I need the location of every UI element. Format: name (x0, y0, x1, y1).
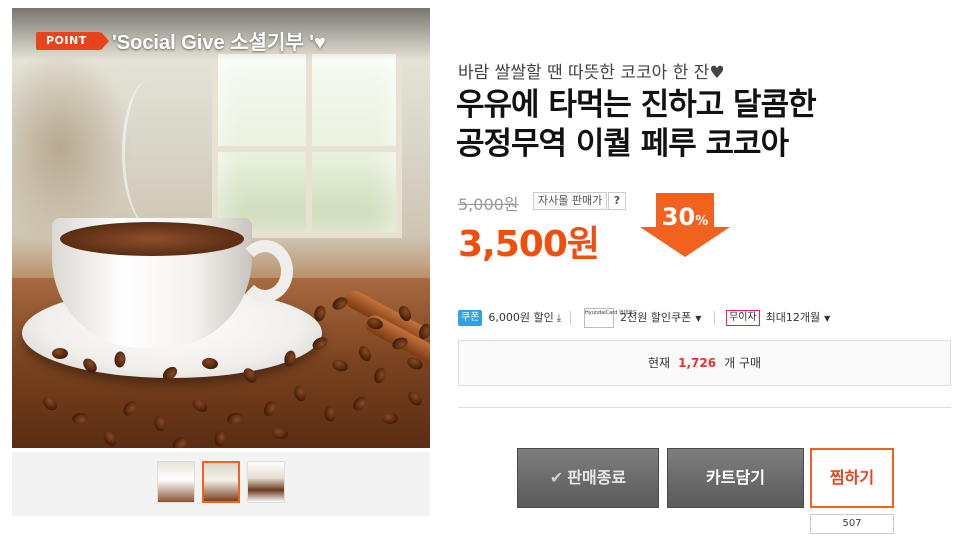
thumbnail-strip (12, 452, 430, 516)
product-subtitle: 바람 쌀쌀할 땐 따뜻한 코코아 한 잔♥ (458, 63, 725, 83)
thumbnail-1[interactable] (157, 461, 195, 503)
installment-benefit[interactable]: 무이자 최대12개월 ▼ (726, 308, 830, 328)
coffee-bean (52, 348, 68, 359)
steam (122, 78, 182, 228)
add-to-cart-button[interactable]: 카트담기 (667, 448, 804, 508)
wishlist-count: 507 (810, 514, 894, 534)
sale-price: 3,500원 (458, 224, 600, 265)
product-title-line1: 우유에 타먹는 진하고 달콤한 (456, 87, 817, 123)
divider (458, 407, 951, 408)
coupon-text: 6,000원 할인 (488, 311, 554, 324)
thumbnail-2[interactable] (202, 461, 240, 503)
thumbnail-3[interactable] (247, 461, 285, 503)
discount-arrow-badge: 30% (640, 193, 730, 257)
card-text: 2천원 할인쿠폰 (620, 311, 692, 324)
cup-handle (237, 240, 293, 302)
discount-unit: % (695, 214, 709, 229)
card-chip: HyundaiCard 현대카드 (584, 308, 637, 328)
sold-out-label: 판매종료 (567, 468, 627, 487)
product-main-image: POINT 'Social Give 소셜기부 '♥ (12, 8, 430, 448)
price-help-button[interactable]: ? (608, 192, 626, 210)
purchase-suffix: 개 구매 (724, 356, 761, 370)
hero-caption: 'Social Give 소셜기부 '♥ (112, 32, 326, 54)
installment-chip: 무이자 (726, 310, 760, 326)
wishlist-button[interactable]: 찜하기 (810, 448, 894, 508)
product-title: 우유에 타먹는 진하고 달콤한 공정무역 이퀄 페루 코코아 (456, 86, 936, 164)
purchase-count: 1,726 (678, 356, 717, 370)
coupon-chip: 쿠폰 (458, 310, 483, 326)
product-title-line2: 공정무역 이퀄 페루 코코아 (456, 126, 789, 162)
cocoa-surface (60, 222, 244, 256)
coffee-bean (381, 412, 399, 425)
sold-out-button[interactable]: ✔ 판매종료 (517, 448, 659, 508)
check-icon: ✔ (549, 468, 564, 487)
point-badge: POINT (36, 32, 109, 50)
installment-text: 최대12개월 (765, 311, 821, 324)
original-price: 5,000원 (458, 195, 519, 214)
chevron-down-icon: ▼ (695, 314, 702, 323)
discount-value: 30 (661, 203, 696, 231)
background-window (212, 48, 402, 238)
coupon-benefit[interactable]: 쿠폰 6,000원 할인 ⤓ (458, 308, 561, 328)
chevron-down-icon: ▼ (824, 314, 831, 323)
card-benefit[interactable]: HyundaiCard 현대카드2천원 할인쿠폰 ▼ (584, 308, 701, 328)
seller-price-tag: 자사몰 판매가 (533, 192, 608, 210)
purchase-count-box: 현재 1,726 개 구매 (458, 340, 951, 386)
purchase-prefix: 현재 (648, 356, 671, 370)
download-icon: ⤓ (556, 313, 562, 324)
